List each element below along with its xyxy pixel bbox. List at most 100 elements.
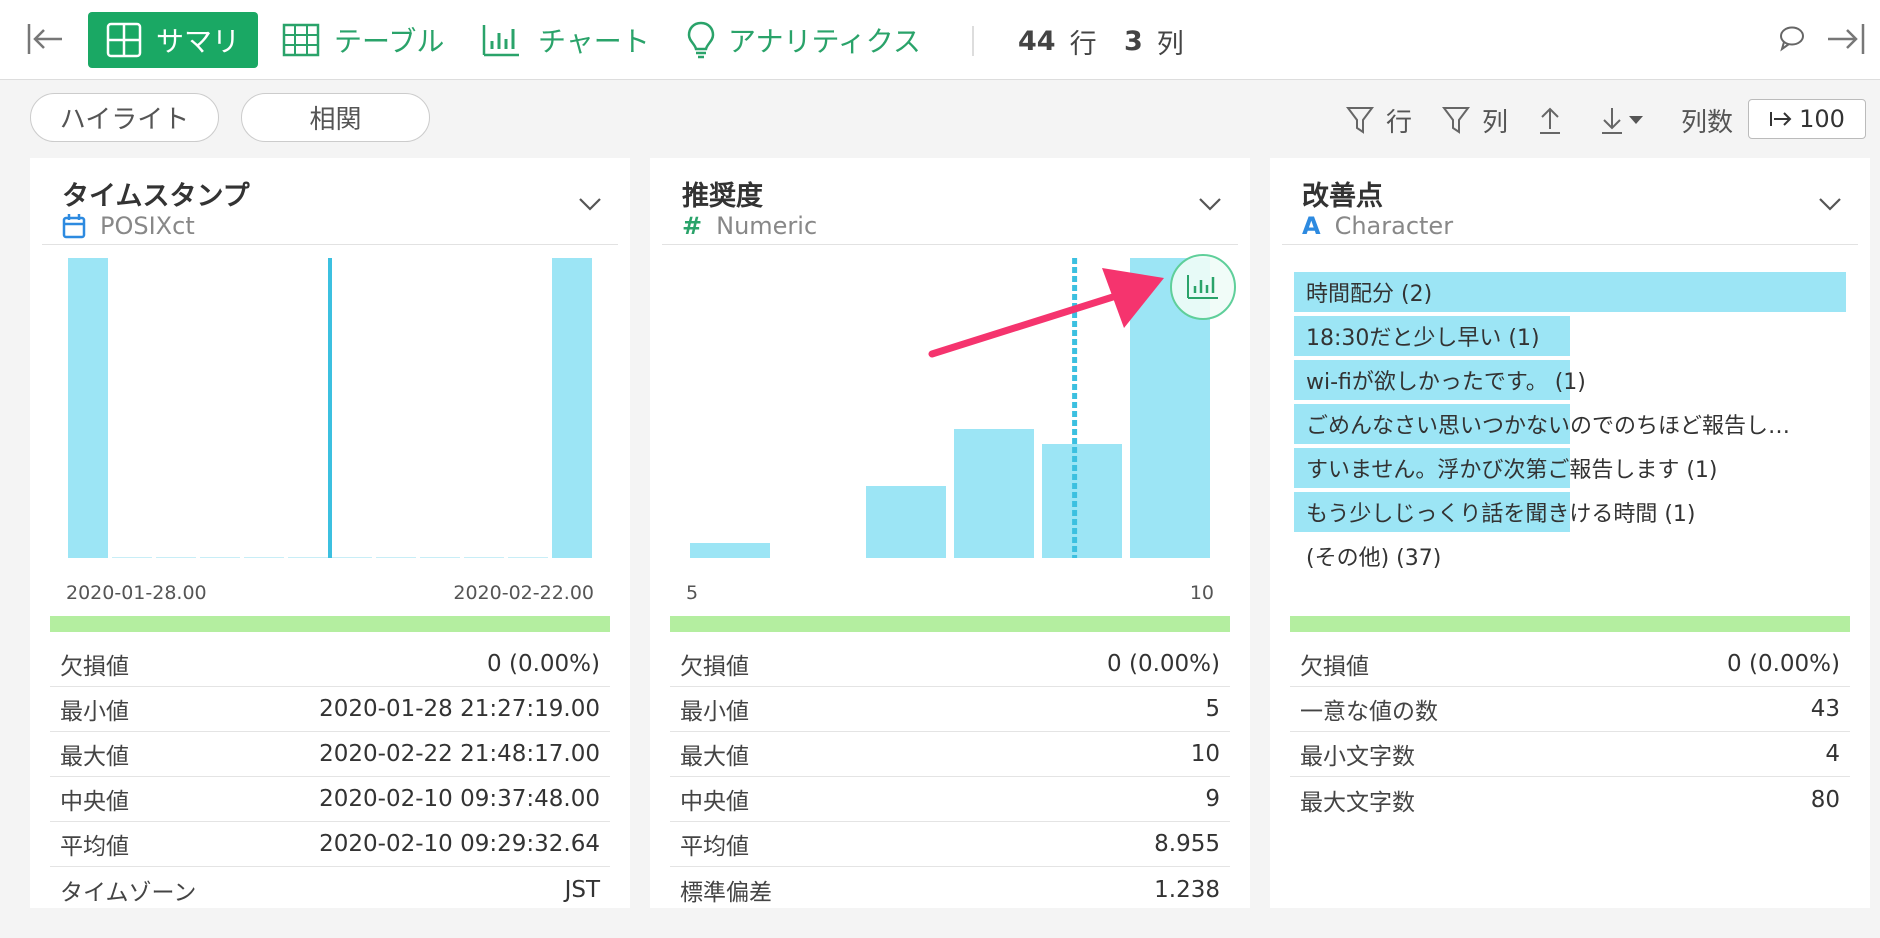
histogram-bar[interactable]: [690, 543, 770, 558]
category-item[interactable]: ごめんなさい思いつかないのでのちほど報告し…: [1294, 404, 1790, 444]
category-item[interactable]: もう少しじっくり話を聞きける時間 (1): [1294, 492, 1696, 532]
sort-ascending-button[interactable]: [1538, 100, 1562, 140]
columns-count-input[interactable]: 100: [1748, 99, 1866, 139]
stat-value: 9: [1205, 786, 1220, 812]
chevron-down-icon[interactable]: [1198, 196, 1222, 215]
stat-value: 1.238: [1154, 876, 1220, 903]
columns-label: 列数: [1681, 100, 1733, 140]
top-bar: サマリ テーブル チャート アナリティクス 44 行 3 列: [0, 0, 1880, 80]
histogram-bar[interactable]: [1042, 444, 1122, 558]
histogram-bar[interactable]: [954, 429, 1034, 558]
arrow-right-bar-icon: [1769, 109, 1793, 129]
chevron-down-icon[interactable]: [578, 196, 602, 215]
row-count-unit: 行: [1069, 29, 1097, 60]
category-label: ごめんなさい思いつかないのでのちほど報告し…: [1306, 414, 1791, 439]
calendar-icon: [62, 213, 86, 239]
stat-label: 最小値: [680, 699, 749, 725]
histogram-bar[interactable]: [376, 557, 416, 558]
column-type: A Character: [1302, 212, 1453, 240]
highlight-button[interactable]: ハイライト: [30, 93, 219, 142]
histogram-timestamp: [68, 258, 592, 558]
tab-chart[interactable]: チャート: [482, 20, 650, 60]
missing-values-bar: [670, 616, 1230, 632]
stat-value: 10: [1190, 741, 1220, 767]
comment-icon[interactable]: [1778, 24, 1806, 52]
stat-row: 最小文字数 4: [1290, 732, 1850, 777]
axis-max-label: 10: [1189, 582, 1214, 604]
column-title: 推奨度: [682, 181, 763, 212]
tab-summary[interactable]: サマリ: [88, 12, 258, 68]
axis-min-label: 5: [686, 582, 699, 604]
histogram-bar[interactable]: [420, 557, 460, 558]
column-type-label: Character: [1334, 212, 1454, 240]
stat-row: 欠損値 0 (0.00%): [1290, 642, 1850, 687]
tab-analytics[interactable]: アナリティクス: [686, 18, 921, 62]
histogram-bar[interactable]: [332, 557, 372, 558]
collapse-right-icon[interactable]: [1826, 20, 1866, 58]
stat-label: 最大値: [680, 744, 749, 770]
divider: [1282, 244, 1858, 245]
filter-icon: [1346, 105, 1374, 135]
stat-value: 0 (0.00%): [1727, 651, 1840, 677]
highlight-label: ハイライト: [59, 105, 190, 135]
category-item[interactable]: 18:30だと少し早い (1): [1294, 316, 1570, 356]
stat-value: 5: [1205, 696, 1220, 722]
histogram-bar[interactable]: [508, 557, 548, 558]
histogram-bar[interactable]: [866, 486, 946, 558]
row-filter-button[interactable]: 行: [1346, 100, 1412, 140]
correlation-button[interactable]: 相関: [241, 93, 430, 142]
column-card-timestamp: タイムスタンプ POSIXct 2020-01-28.00 2020-02-22…: [30, 158, 630, 908]
stat-value: 2020-02-10 09:37:48.00: [319, 786, 600, 812]
histogram-bar[interactable]: [288, 557, 328, 558]
histogram-bar[interactable]: [156, 557, 196, 558]
stat-row: 平均値 8.955: [670, 822, 1230, 867]
histogram-bar[interactable]: [464, 557, 504, 558]
chart-view-button[interactable]: [1170, 254, 1236, 320]
stat-label: タイムゾーン: [60, 879, 197, 906]
category-label: (その他) (37): [1306, 546, 1442, 571]
histogram-bar[interactable]: [552, 258, 592, 558]
category-label: wi-fiが欲しかったです。 (1): [1306, 370, 1586, 395]
stat-label: 欠損値: [60, 654, 129, 680]
bar-chart-icon: [482, 23, 520, 57]
col-count-unit: 列: [1156, 29, 1184, 60]
tab-table[interactable]: テーブル: [282, 20, 444, 60]
histogram-bar[interactable]: [244, 557, 284, 558]
col-filter-button[interactable]: 列: [1442, 100, 1508, 140]
category-item[interactable]: wi-fiが欲しかったです。 (1): [1294, 360, 1586, 400]
category-item[interactable]: 時間配分 (2): [1294, 272, 1846, 312]
row-filter-label: 行: [1386, 107, 1413, 138]
histogram-bar[interactable]: [68, 258, 108, 558]
axis-min-label: 2020-01-28.00: [66, 582, 207, 604]
stat-value: 2020-02-10 09:29:32.64: [319, 831, 600, 857]
category-label: もう少しじっくり話を聞きける時間 (1): [1306, 502, 1696, 527]
col-filter-label: 列: [1482, 107, 1509, 138]
collapse-left-icon[interactable]: [26, 20, 64, 58]
stat-row: 中央値 2020-02-10 09:37:48.00: [50, 777, 610, 822]
bar-chart-icon: [1186, 273, 1220, 301]
chevron-down-icon[interactable]: [1818, 196, 1842, 215]
character-icon: A: [1302, 212, 1321, 240]
arrow-down-icon: [1600, 105, 1624, 135]
hash-icon: #: [682, 212, 703, 240]
col-count-value: 3: [1124, 26, 1143, 57]
stat-row: 欠損値 0 (0.00%): [50, 642, 610, 687]
stat-label: 欠損値: [1300, 654, 1369, 680]
histogram-bar[interactable]: [112, 557, 152, 558]
category-item[interactable]: すいません。浮かび次第ご報告します (1): [1294, 448, 1718, 488]
stat-value: 8.955: [1154, 831, 1220, 857]
col-count: 3 列: [1124, 22, 1184, 61]
stat-value: JST: [564, 876, 600, 903]
stat-label: 最大値: [60, 744, 129, 770]
stat-row: 中央値 9: [670, 777, 1230, 822]
sort-descending-button[interactable]: [1600, 100, 1644, 140]
histogram-bar[interactable]: [200, 557, 240, 558]
stat-label: 平均値: [60, 834, 129, 860]
column-type-label: Numeric: [716, 212, 818, 240]
divider: [42, 244, 618, 245]
stat-label: 中央値: [60, 789, 129, 815]
divider: [662, 244, 1238, 245]
column-title: タイムスタンプ: [62, 181, 250, 212]
category-item[interactable]: (その他) (37): [1294, 536, 1441, 576]
category-label: 時間配分 (2): [1306, 282, 1433, 307]
